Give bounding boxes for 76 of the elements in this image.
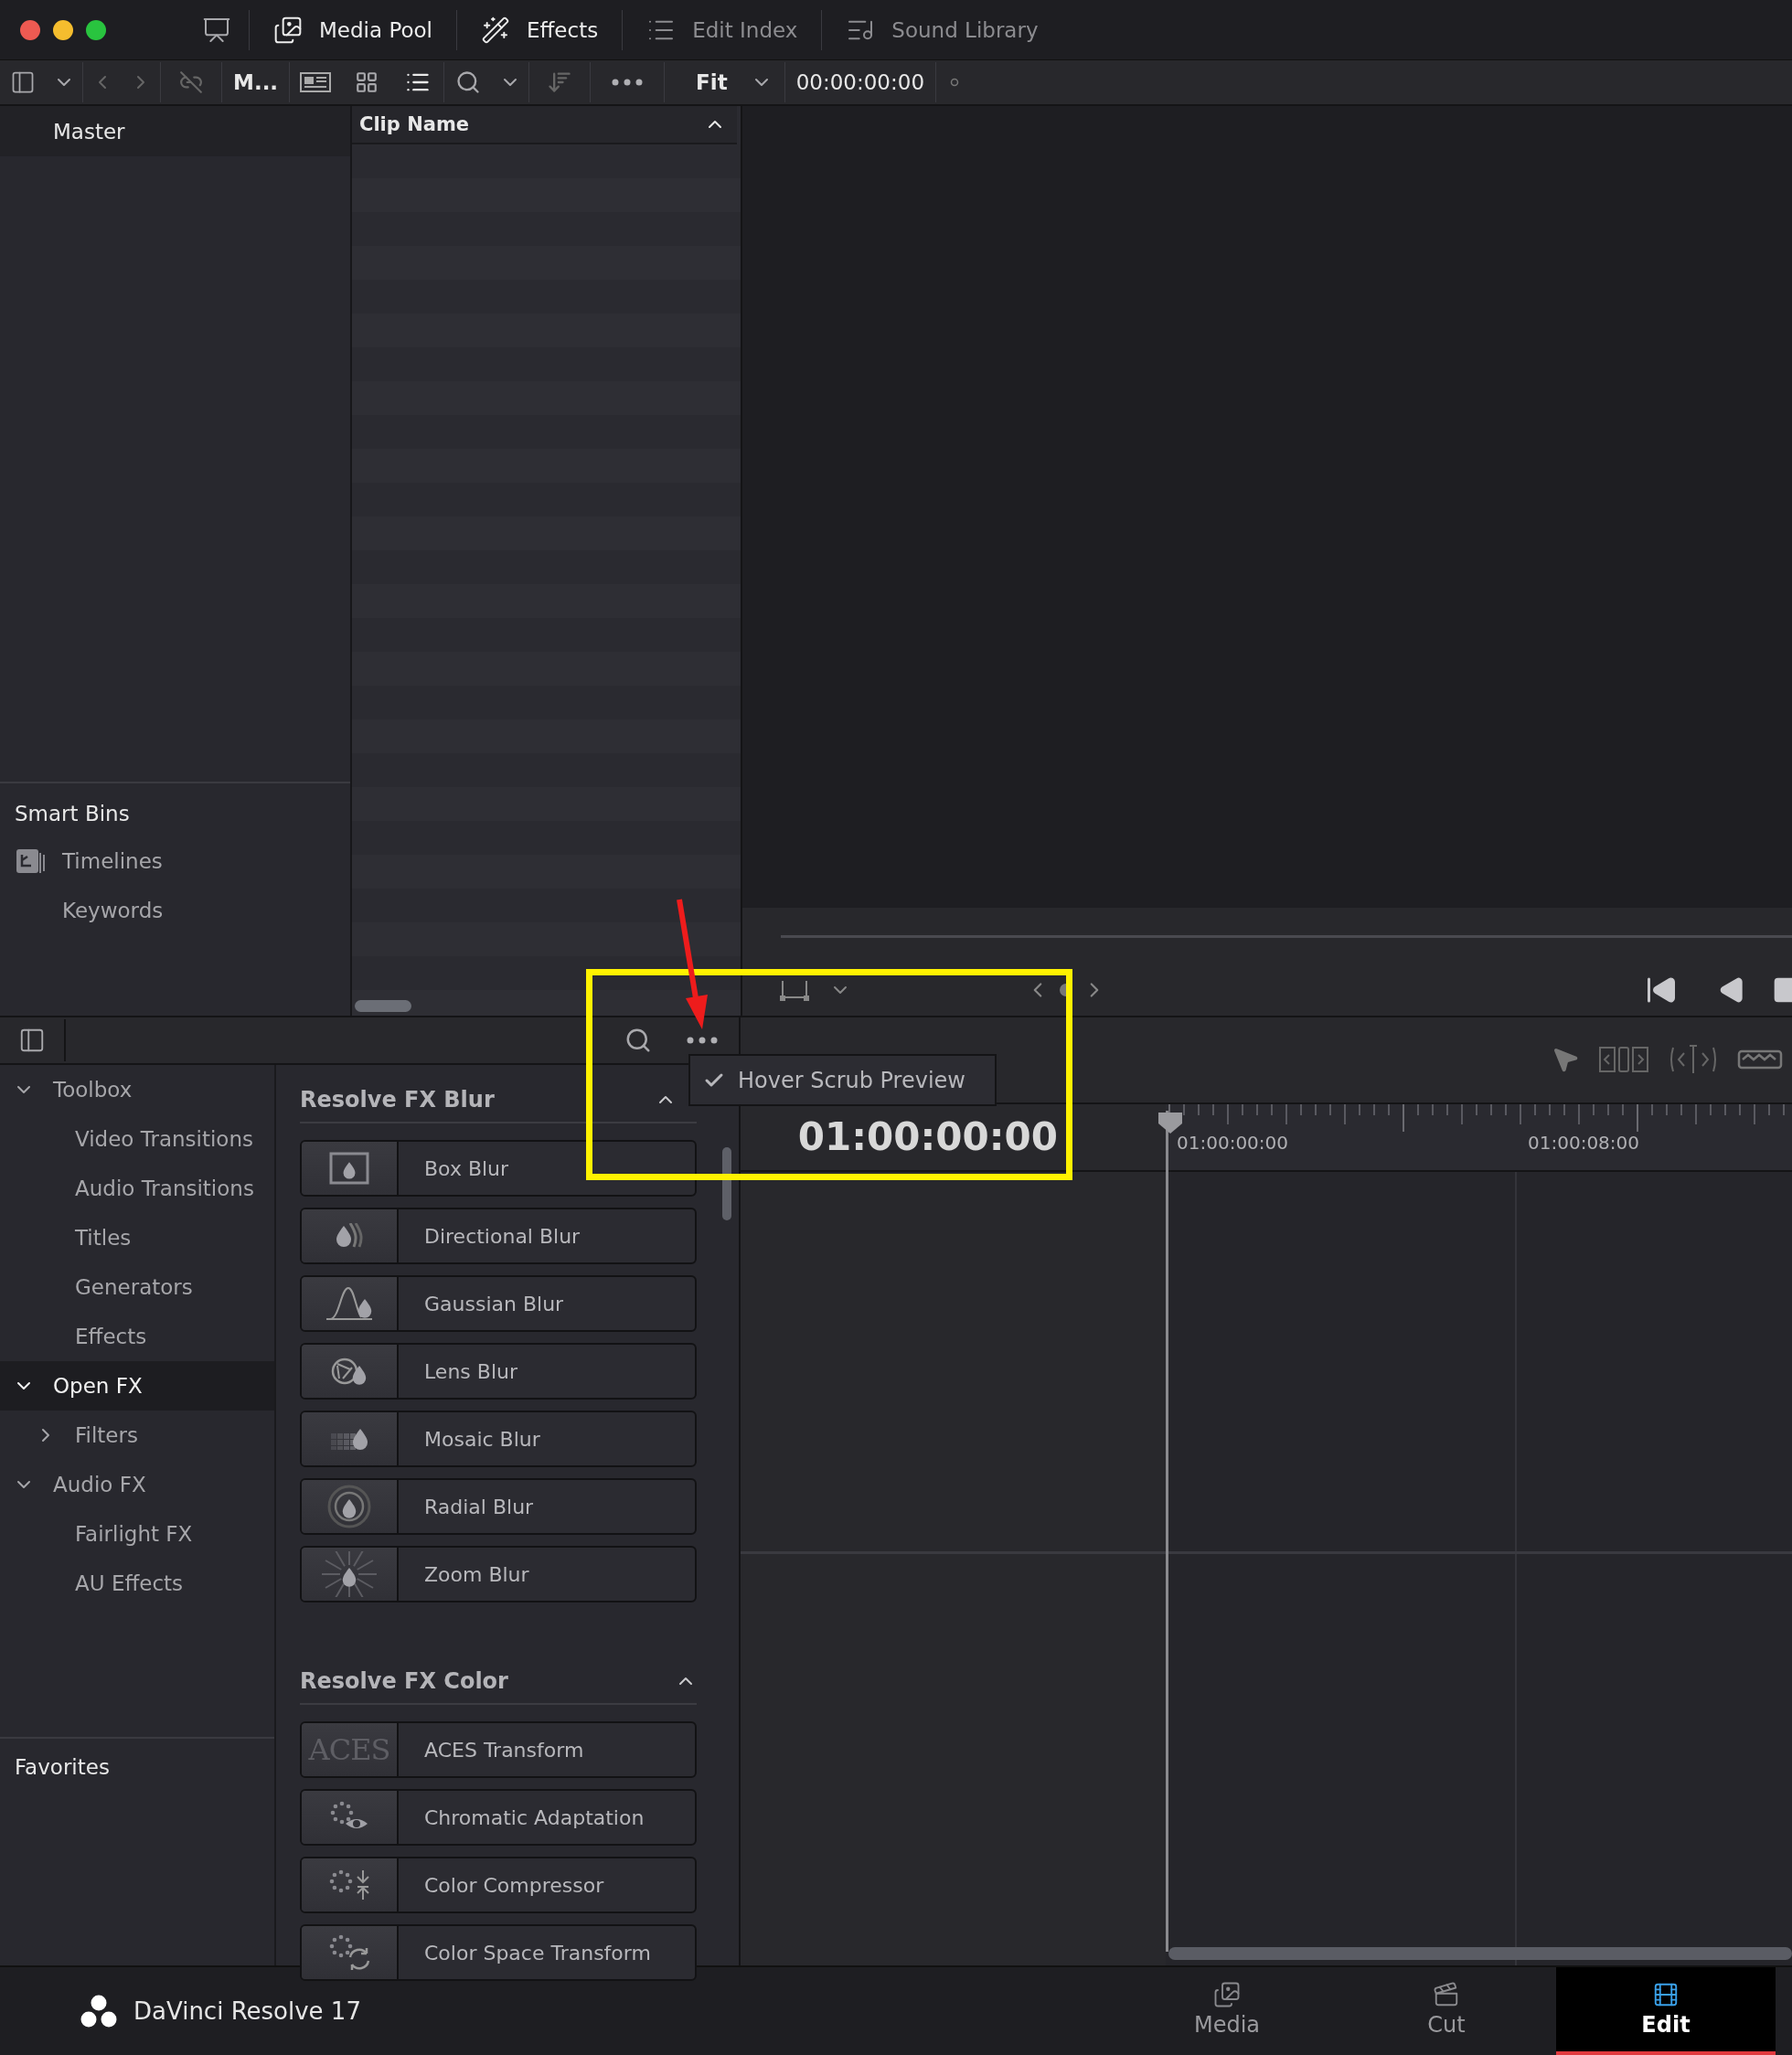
tree-item[interactable]: Video Transitions [0,1114,274,1164]
close-button[interactable] [20,19,40,40]
dynamic-trim-icon[interactable] [1668,1044,1719,1076]
minimize-button[interactable] [53,19,73,40]
panel-tab[interactable]: Media Pool [250,0,456,59]
effect-item[interactable]: Chromatic Adaptation [300,1789,697,1846]
smart-bin-item[interactable]: Timelines [0,836,350,886]
tree-item[interactable]: Audio FX [0,1460,274,1509]
more-icon[interactable] [687,1037,718,1044]
compress-icon [328,1869,370,1901]
bin-item[interactable]: Master [0,106,350,156]
wand-icon [481,15,510,45]
logo-icon [80,1994,117,2028]
lens-blur-icon [330,1358,368,1385]
panel-tab[interactable]: Effects [457,0,623,59]
effect-item[interactable]: Color Space Transform [300,1924,697,1981]
effect-item[interactable]: Lens Blur [300,1343,697,1400]
tree-item[interactable]: Open FX [0,1361,274,1411]
panel-tab[interactable]: Sound Library [822,0,1062,59]
zoom-blur-icon [320,1551,379,1597]
scrollbar-thumb[interactable] [355,1000,411,1012]
maximize-button[interactable] [86,19,106,40]
images-icon [1213,1981,1241,2008]
ruler-label: 01:00:08:00 [1528,1131,1639,1154]
gauss-blur-icon [325,1286,374,1321]
effect-item[interactable]: Zoom Blur [300,1546,697,1602]
scrollbar-thumb[interactable] [722,1147,731,1220]
effect-item[interactable]: Color Compressor [300,1857,697,1913]
panel-tab[interactable]: Edit Index [623,0,822,59]
grid-view-icon[interactable] [355,70,379,94]
effect-item[interactable]: Mosaic Blur [300,1411,697,1467]
scrollbar-thumb[interactable] [1168,1947,1792,1960]
tree-item[interactable]: Generators [0,1262,274,1312]
unlink-icon[interactable] [179,70,203,94]
radial-blur-icon [327,1485,371,1528]
tree-item[interactable]: Fairlight FX [0,1509,274,1559]
app-name: DaVinci Resolve 17 [133,1997,361,2025]
ruler-label: 01:00:00:00 [1177,1131,1288,1154]
search-icon[interactable] [455,69,482,95]
clapperboard-icon [1433,1981,1460,2008]
playhead-marker[interactable] [1157,1111,1184,1134]
transform-icon [328,1933,370,1972]
timeline-bin-icon [15,847,46,875]
tree-item[interactable]: Effects [0,1312,274,1361]
box-blur-icon [328,1151,370,1186]
mosaic-blur-icon [330,1428,368,1450]
crop-icon[interactable] [779,979,810,1001]
smart-bin-item[interactable]: Keywords [0,886,350,935]
images-icon [273,15,303,45]
section-title: Smart Bins [14,801,131,827]
timecode: 00:00:00:00 [795,70,926,94]
effect-item[interactable]: Directional Blur [300,1208,697,1264]
group-title: Resolve FX Color [300,1668,508,1694]
metadata-view-icon[interactable] [300,72,332,92]
menu-item[interactable]: Hover Scrub Preview [690,1056,995,1104]
tree-item[interactable]: Toolbox [0,1065,274,1114]
panel-icon[interactable] [18,1027,46,1054]
column-header[interactable]: Clip Name [352,106,737,144]
search-icon[interactable] [624,1027,652,1054]
more-icon[interactable] [612,79,644,86]
zoom-dropdown[interactable]: Fit [665,70,739,94]
effect-item[interactable]: Gaussian Blur [300,1275,697,1332]
effect-item[interactable]: Radial Blur [300,1478,697,1535]
panel-icon[interactable] [10,69,36,95]
dot-icon [950,78,960,87]
film-icon [1652,1981,1680,2008]
tree-item[interactable]: Titles [0,1213,274,1262]
page-tab[interactable]: Cut [1337,1967,1556,2055]
group-title: Resolve FX Blur [300,1087,495,1113]
bin-label[interactable]: M... [222,70,290,94]
effect-item[interactable]: Box Blur [300,1140,697,1197]
tree-item[interactable]: Audio Transitions [0,1164,274,1213]
page-tab[interactable]: Edit [1556,1967,1776,2055]
tree-item[interactable]: AU Effects [0,1559,274,1608]
tree-item[interactable]: Filters [0,1411,274,1460]
page-tab[interactable]: Media [1117,1967,1337,2055]
